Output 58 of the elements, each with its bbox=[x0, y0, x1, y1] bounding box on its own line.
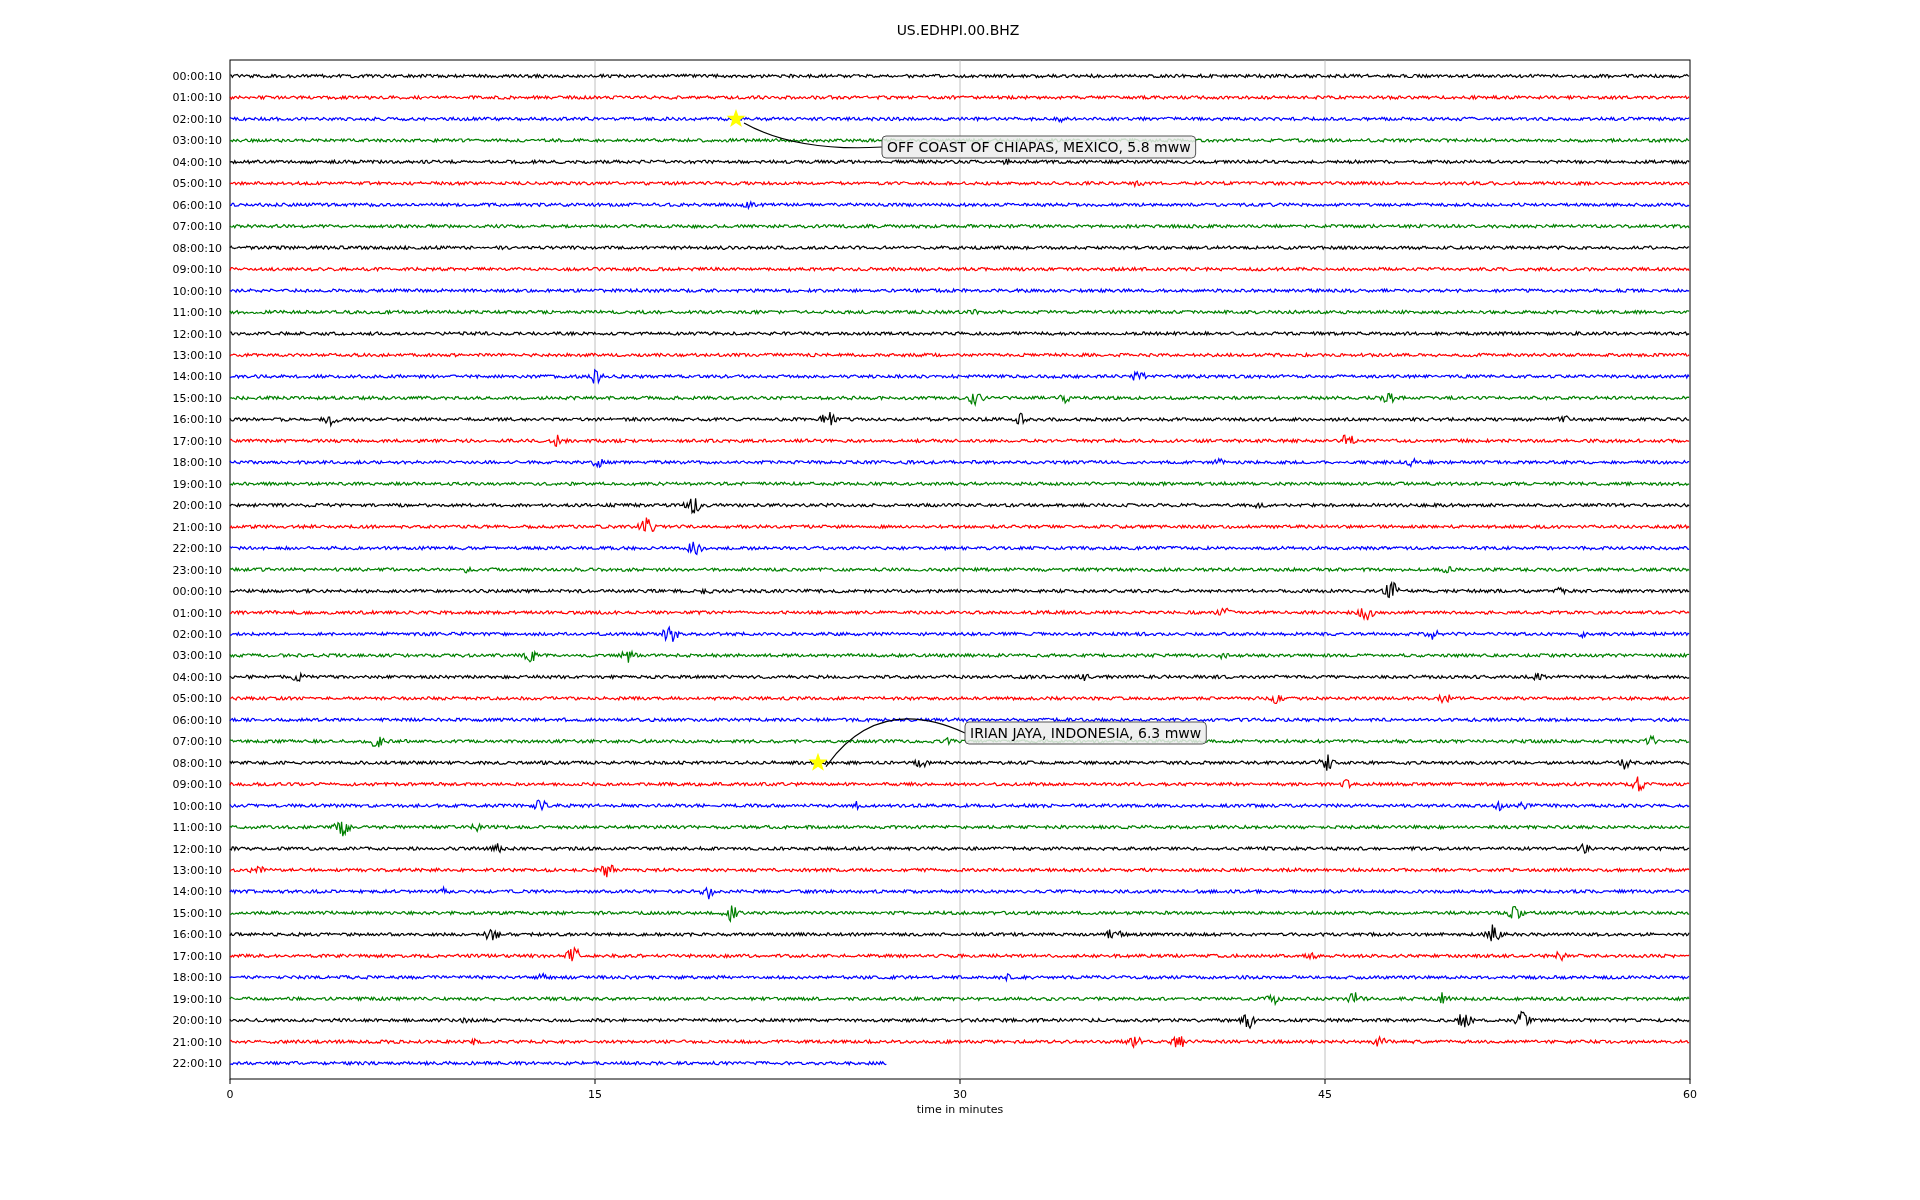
star-marker-icon bbox=[808, 752, 828, 771]
axis-title: time in minutes bbox=[916, 1103, 1004, 1116]
trace-time-label: 18:00:10 bbox=[172, 456, 222, 470]
trace-time-label: 02:00:10 bbox=[172, 112, 222, 126]
axis-tick-label: 0 bbox=[226, 1088, 234, 1101]
trace-time-label: 23:00:10 bbox=[172, 563, 222, 577]
trace-time-label: 13:00:10 bbox=[172, 864, 222, 877]
trace-time-label: 22:00:10 bbox=[172, 1057, 222, 1071]
trace-time-label: 01:00:10 bbox=[172, 606, 222, 620]
trace-time-label: 00:00:10 bbox=[172, 70, 222, 83]
trace-time-label: 20:00:10 bbox=[172, 499, 222, 513]
trace-time-label: 01:00:10 bbox=[172, 91, 222, 105]
trace-time-label: 03:00:10 bbox=[172, 134, 222, 148]
trace-time-label: 16:00:10 bbox=[172, 413, 222, 427]
trace-time-label: 03:00:10 bbox=[172, 649, 222, 663]
trace-time-label: 06:00:10 bbox=[172, 198, 222, 212]
axis-tick-label: 15 bbox=[588, 1088, 602, 1101]
trace-time-label: 17:00:10 bbox=[172, 434, 222, 448]
trace-time-label: 13:00:10 bbox=[172, 349, 222, 362]
trace-time-label: 05:00:10 bbox=[172, 692, 222, 706]
trace-time-label: 12:00:10 bbox=[172, 327, 222, 341]
trace-time-label: 19:00:10 bbox=[172, 992, 222, 1006]
trace-time-label: 10:00:10 bbox=[172, 799, 222, 813]
trace-time-label: 08:00:10 bbox=[172, 756, 222, 770]
trace-time-label: 16:00:10 bbox=[172, 928, 222, 942]
trace-time-label: 04:00:10 bbox=[172, 670, 222, 684]
trace-time-label: 00:00:10 bbox=[172, 585, 222, 599]
plot-title: US.EDHPI.00.BHZ bbox=[896, 22, 1020, 38]
trace-time-label: 14:00:10 bbox=[172, 370, 222, 384]
trace-time-label: 15:00:10 bbox=[172, 391, 222, 405]
trace-time-label: 22:00:10 bbox=[172, 542, 222, 556]
trace-time-label: 07:00:10 bbox=[172, 735, 222, 749]
event-label: IRIAN JAYA, INDONESIA, 6.3 mww bbox=[964, 721, 1207, 745]
trace-time-label: 19:00:10 bbox=[172, 477, 222, 491]
trace-time-label: 21:00:10 bbox=[172, 520, 222, 534]
trace-time-label: 20:00:10 bbox=[172, 1014, 222, 1028]
trace-time-label: 15:00:10 bbox=[172, 906, 222, 920]
trace-time-label: 12:00:10 bbox=[172, 842, 222, 856]
axis-tick-label: 60 bbox=[1683, 1088, 1697, 1101]
trace-time-label: 07:00:10 bbox=[172, 220, 222, 234]
trace-time-label: 11:00:10 bbox=[172, 306, 222, 320]
axis-tick-label: 45 bbox=[1318, 1088, 1332, 1101]
trace-time-label: 02:00:10 bbox=[172, 627, 222, 641]
trace-time-label: 04:00:10 bbox=[172, 155, 222, 169]
trace-time-label: 06:00:10 bbox=[172, 713, 222, 727]
star-marker-icon bbox=[726, 108, 746, 127]
axis-tick-label: 30 bbox=[953, 1088, 967, 1101]
trace-time-label: 10:00:10 bbox=[172, 284, 222, 298]
trace-time-label: 17:00:10 bbox=[172, 949, 222, 963]
trace-time-label: 08:00:10 bbox=[172, 241, 222, 255]
event-label: OFF COAST OF CHIAPAS, MEXICO, 5.8 mww bbox=[881, 135, 1197, 159]
trace-time-label: 18:00:10 bbox=[172, 971, 222, 985]
trace-time-label: 09:00:10 bbox=[172, 778, 222, 792]
trace-time-label: 09:00:10 bbox=[172, 263, 222, 277]
trace-time-label: 11:00:10 bbox=[172, 821, 222, 835]
trace-time-label: 14:00:10 bbox=[172, 885, 222, 899]
trace-time-label: 05:00:10 bbox=[172, 177, 222, 191]
trace-time-label: 21:00:10 bbox=[172, 1035, 222, 1049]
